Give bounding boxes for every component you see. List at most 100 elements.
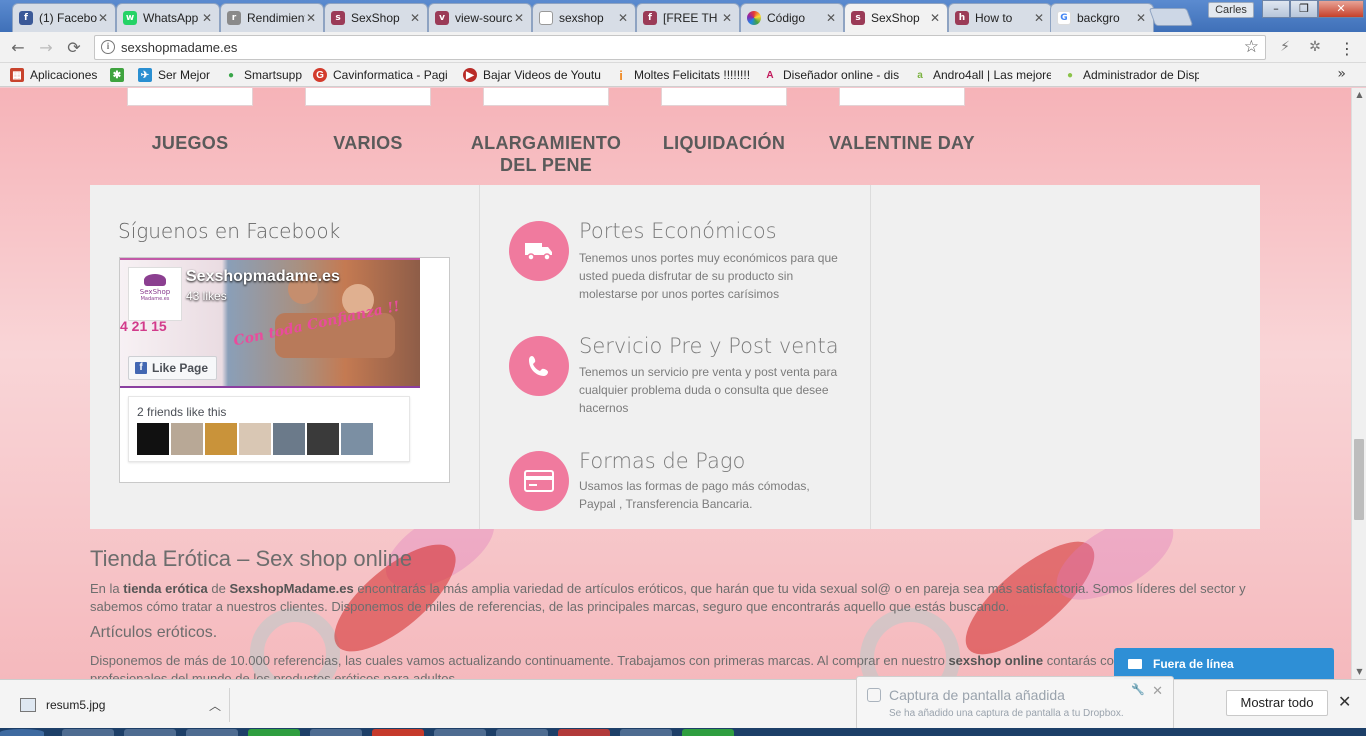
back-button[interactable]: ←: [8, 38, 28, 58]
chevron-up-icon[interactable]: ︿: [209, 697, 229, 714]
taskbar-app[interactable]: [496, 729, 548, 736]
close-tab-icon[interactable]: ✕: [513, 11, 525, 25]
friend-avatar[interactable]: [273, 423, 305, 455]
close-tab-icon[interactable]: ✕: [617, 11, 629, 25]
dropbox-notification[interactable]: Captura de pantalla añadida Se ha añadid…: [856, 676, 1174, 730]
tab-sexshop-active[interactable]: s SexShop ✕: [844, 3, 948, 32]
category-alargamiento[interactable]: ALARGAMIENTO DEL PENE: [456, 132, 636, 176]
category-image[interactable]: [839, 88, 965, 106]
bookmark-moltes-felicitats[interactable]: i Moltes Felicitats !!!!!!!!!: [614, 67, 750, 83]
reload-button[interactable]: ⟳: [64, 38, 84, 58]
friend-avatar[interactable]: [205, 423, 237, 455]
category-image[interactable]: [127, 88, 253, 106]
address-bar[interactable]: i sexshopmadame.es ☆: [94, 35, 1266, 60]
new-tab-button[interactable]: [1148, 8, 1194, 26]
tab-view-source[interactable]: v view-source ✕: [428, 3, 532, 32]
bookmark-green[interactable]: ✱: [110, 67, 130, 83]
tab-title: (1) Facebook: [39, 11, 97, 25]
close-tab-icon[interactable]: ✕: [305, 11, 317, 25]
category-valentine-day[interactable]: VALENTINE DAY: [812, 132, 992, 154]
tab-how-to[interactable]: h How to ✕: [948, 3, 1052, 32]
maximize-button[interactable]: ❐: [1290, 0, 1318, 18]
tab-free-theme[interactable]: f [FREE TH ✕: [636, 3, 740, 32]
chat-widget[interactable]: Fuera de línea: [1114, 648, 1334, 679]
facebook-likes-count: 43 likes: [186, 289, 227, 303]
close-tab-icon[interactable]: ✕: [721, 11, 733, 25]
category-juegos[interactable]: JUEGOS: [100, 132, 280, 154]
bookmark-icon: A: [766, 69, 774, 81]
bookmark-ser-mejor[interactable]: ✈ Ser Mejor: [138, 67, 210, 83]
taskbar-app[interactable]: [372, 729, 424, 736]
bookmark-disenador[interactable]: A Diseñador online - dis: [763, 67, 899, 83]
start-button[interactable]: [0, 729, 44, 736]
taskbar-app[interactable]: [558, 729, 610, 736]
bookmark-smartsupp[interactable]: ● Smartsupp: [224, 67, 302, 83]
taskbar-app[interactable]: [682, 729, 734, 736]
category-image[interactable]: [483, 88, 609, 106]
friend-avatar[interactable]: [171, 423, 203, 455]
page-logo[interactable]: SexShop Madame.es: [128, 267, 182, 321]
tab-whatsapp[interactable]: w WhatsApp ✕: [116, 3, 220, 32]
taskbar-app[interactable]: [186, 729, 238, 736]
category-image[interactable]: [661, 88, 787, 106]
taskbar-app[interactable]: [434, 729, 486, 736]
profile-button[interactable]: Carles: [1208, 2, 1254, 18]
friend-avatar[interactable]: [137, 423, 169, 455]
bookmark-bajar-videos[interactable]: ▶ Bajar Videos de Youtu: [463, 67, 601, 83]
facebook-cover-image[interactable]: 4 21 15 Con toda Confianza !! SexShop Ma…: [120, 258, 420, 388]
friend-avatar[interactable]: [341, 423, 373, 455]
facebook-page-widget[interactable]: 4 21 15 Con toda Confianza !! SexShop Ma…: [119, 257, 450, 483]
menu-icon[interactable]: ⋮: [1338, 39, 1356, 58]
page-scrollbar[interactable]: ▲ ▼: [1351, 88, 1366, 679]
close-tab-icon[interactable]: ✕: [1135, 11, 1147, 25]
download-filename[interactable]: resum5.jpg: [46, 698, 209, 712]
forward-button[interactable]: →: [36, 38, 56, 58]
tab-codigo[interactable]: Código ✕: [740, 3, 844, 32]
category-image[interactable]: [305, 88, 431, 106]
close-tab-icon[interactable]: ✕: [1033, 11, 1045, 25]
taskbar-app[interactable]: [620, 729, 672, 736]
close-icon[interactable]: ✕: [1152, 683, 1163, 699]
close-tab-icon[interactable]: ✕: [409, 11, 421, 25]
tab-google-background[interactable]: G backgro ✕: [1050, 3, 1154, 32]
settings-icon[interactable]: 🔧: [1131, 683, 1145, 696]
tab-sexshop-1[interactable]: s SexShop ✕: [324, 3, 428, 32]
category-varios[interactable]: VARIOS: [278, 132, 458, 154]
tab-rendimiento[interactable]: r Rendimiento ✕: [220, 3, 324, 32]
bookmarks-overflow-icon[interactable]: »: [1337, 66, 1346, 82]
close-tab-icon[interactable]: ✕: [97, 11, 109, 25]
bookmark-cavinformatica[interactable]: G Cavinformatica - Pagi: [313, 67, 453, 83]
category-liquidacion[interactable]: LIQUIDACIÓN: [634, 132, 814, 154]
scroll-down-icon[interactable]: ▼: [1352, 665, 1366, 679]
like-page-button[interactable]: f Like Page: [128, 356, 218, 380]
scrollbar-thumb[interactable]: [1354, 439, 1364, 520]
extension-lightning-icon[interactable]: ⚡: [1276, 39, 1294, 57]
friend-avatar[interactable]: [239, 423, 271, 455]
minimize-button[interactable]: –: [1262, 0, 1290, 18]
facebook-page-name[interactable]: Sexshopmadame.es: [186, 268, 340, 286]
bookmark-andro4all[interactable]: a Andro4all | Las mejore: [913, 67, 1051, 83]
url-text[interactable]: sexshopmadame.es: [121, 40, 237, 55]
close-tab-icon[interactable]: ✕: [201, 11, 213, 25]
show-all-downloads-button[interactable]: Mostrar todo: [1226, 690, 1328, 716]
close-window-button[interactable]: ✕: [1318, 0, 1364, 18]
scroll-up-icon[interactable]: ▲: [1352, 88, 1366, 102]
bookmark-star-icon[interactable]: ☆: [1244, 37, 1259, 57]
taskbar-app[interactable]: [248, 729, 300, 736]
bookmark-apps[interactable]: ▦ Aplicaciones: [10, 67, 97, 83]
apps-grid-icon: ▦: [10, 68, 24, 82]
info-icon[interactable]: i: [101, 40, 115, 54]
text-fragment: Disponemos de más de 10.000 referencias,…: [90, 653, 949, 668]
extension-bug-icon[interactable]: ✲: [1306, 39, 1324, 57]
taskbar-app[interactable]: [62, 729, 114, 736]
close-tab-icon[interactable]: ✕: [825, 11, 837, 25]
tab-sexshop-doc[interactable]: sexshop ✕: [532, 3, 636, 32]
taskbar-app[interactable]: [124, 729, 176, 736]
close-tab-icon[interactable]: ✕: [929, 11, 941, 25]
bookmark-administrador[interactable]: ● Administrador de Disp: [1063, 67, 1199, 83]
taskbar-app[interactable]: [310, 729, 362, 736]
download-item[interactable]: resum5.jpg ︿: [8, 688, 230, 722]
close-download-shelf-icon[interactable]: ✕: [1338, 692, 1351, 711]
tab-facebook[interactable]: f (1) Facebook ✕: [12, 3, 116, 32]
friend-avatar[interactable]: [307, 423, 339, 455]
